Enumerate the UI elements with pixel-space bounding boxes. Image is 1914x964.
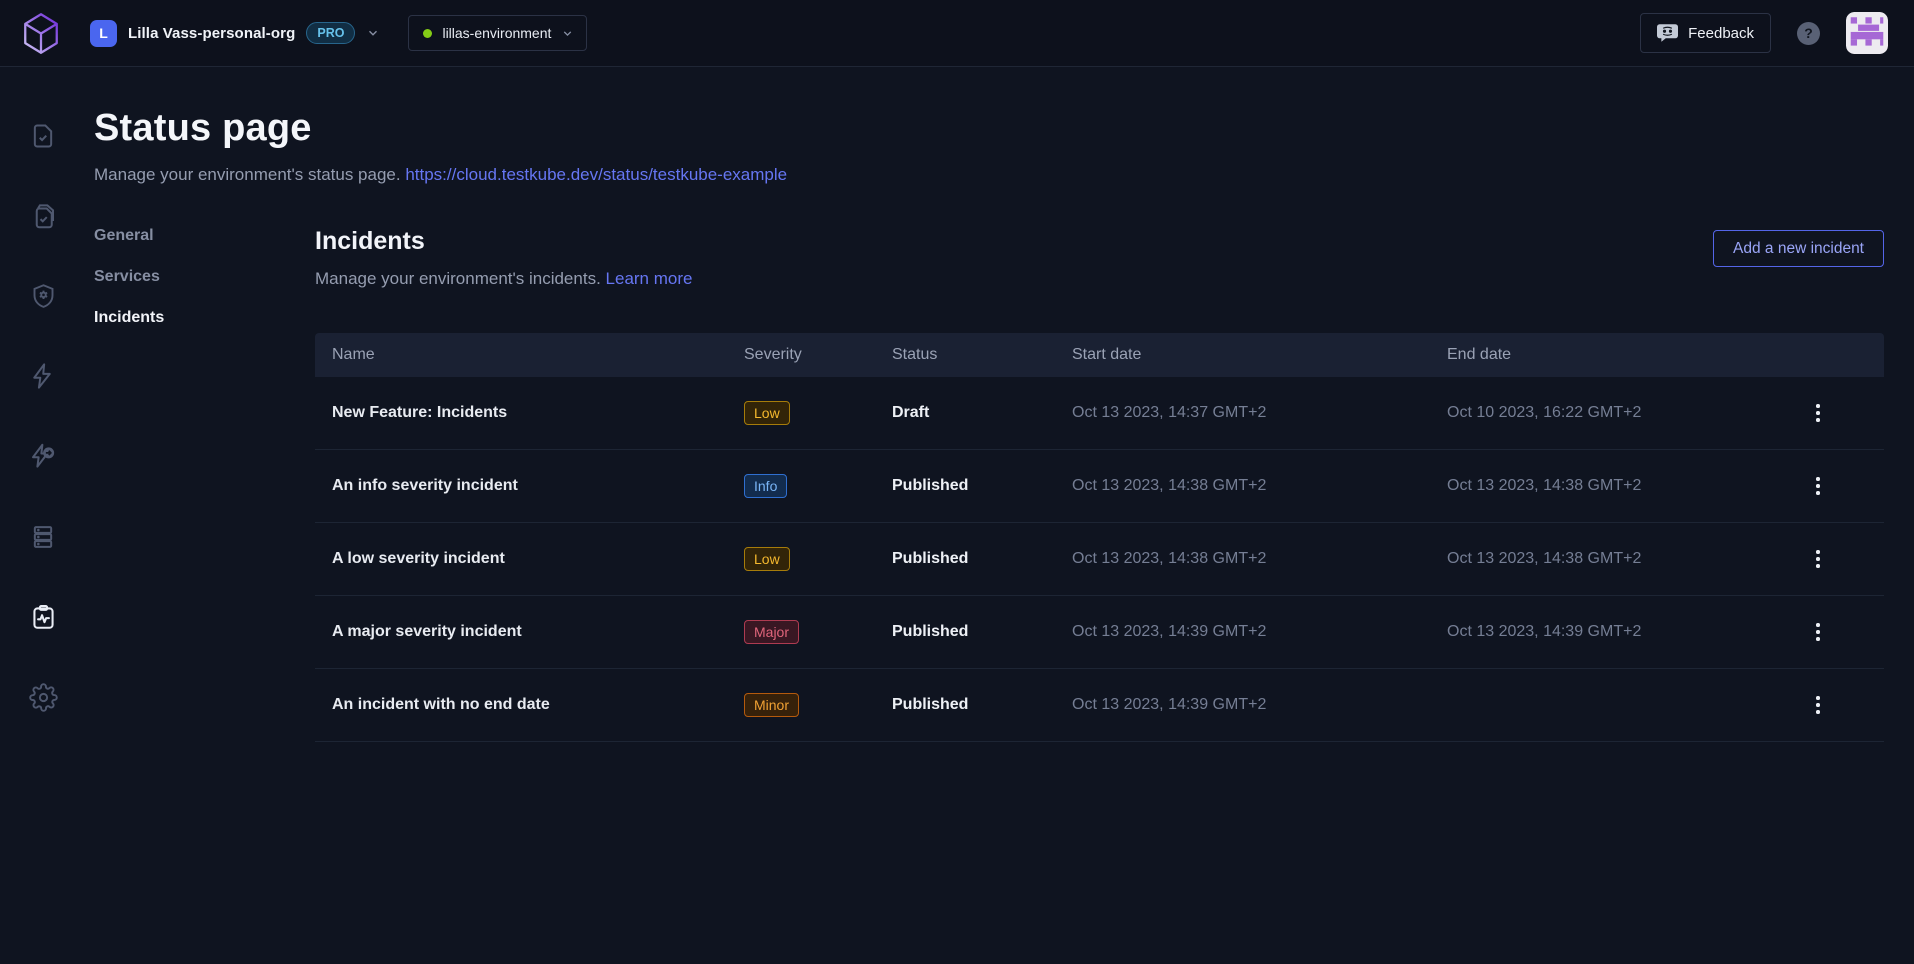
column-header-name: Name	[315, 346, 727, 364]
column-header-severity: Severity	[727, 346, 875, 364]
incident-start-date: Oct 13 2023, 14:38 GMT+2	[1055, 550, 1430, 568]
incident-start-date: Oct 13 2023, 14:38 GMT+2	[1055, 477, 1430, 495]
status-page-subnav: General Services Incidents	[94, 227, 315, 742]
add-incident-button[interactable]: Add a new incident	[1713, 230, 1884, 267]
incident-start-date: Oct 13 2023, 14:39 GMT+2	[1055, 696, 1430, 714]
status-page-icon[interactable]	[26, 600, 60, 634]
file-check-icon[interactable]	[26, 119, 60, 153]
incident-name: A low severity incident	[315, 550, 727, 568]
incident-name: An info severity incident	[315, 477, 727, 495]
subnav-item-incidents[interactable]: Incidents	[94, 309, 315, 327]
incident-status: Draft	[875, 404, 1055, 422]
severity-badge: Low	[744, 401, 790, 425]
server-stack-icon[interactable]	[26, 520, 60, 554]
severity-badge: Major	[744, 620, 799, 644]
lightning-arrow-icon[interactable]	[26, 439, 60, 473]
org-name: Lilla Vass-personal-org	[128, 25, 295, 42]
row-actions-kebab-icon[interactable]	[1803, 615, 1833, 649]
chevron-down-icon	[561, 27, 574, 40]
table-row: An info severity incident Info Published…	[315, 450, 1884, 523]
sidebar	[0, 68, 86, 964]
incident-name: An incident with no end date	[315, 696, 727, 714]
page-title: Status page	[94, 107, 1884, 150]
page-subtitle-text: Manage your environment's status page.	[94, 165, 401, 184]
incidents-description-text: Manage your environment's incidents.	[315, 269, 601, 288]
incidents-table: Name Severity Status Start date End date…	[315, 333, 1884, 742]
incident-end-date: Oct 10 2023, 16:22 GMT+2	[1430, 404, 1752, 422]
org-avatar: L	[90, 20, 117, 47]
feedback-button[interactable]: Feedback	[1640, 13, 1771, 53]
incidents-heading: Incidents	[315, 227, 692, 256]
app-root: L Lilla Vass-personal-org PRO lillas-env…	[0, 0, 1914, 964]
incident-status: Published	[875, 696, 1055, 714]
column-header-end-date: End date	[1430, 346, 1752, 364]
page-subtitle: Manage your environment's status page. h…	[94, 165, 1884, 185]
lightning-icon[interactable]	[26, 359, 60, 393]
discord-icon	[1657, 24, 1678, 42]
subnav-item-general[interactable]: General	[94, 227, 315, 245]
row-actions-kebab-icon[interactable]	[1803, 396, 1833, 430]
column-header-status: Status	[875, 346, 1055, 364]
incident-name: New Feature: Incidents	[315, 404, 727, 422]
severity-badge: Info	[744, 474, 787, 498]
incident-start-date: Oct 13 2023, 14:39 GMT+2	[1055, 623, 1430, 641]
files-check-icon[interactable]	[26, 199, 60, 233]
table-row: New Feature: Incidents Low Draft Oct 13 …	[315, 377, 1884, 450]
topbar: L Lilla Vass-personal-org PRO lillas-env…	[0, 0, 1914, 67]
user-avatar[interactable]	[1846, 12, 1888, 54]
main-content: Status page Manage your environment's st…	[86, 67, 1914, 964]
status-page-url-link[interactable]: https://cloud.testkube.dev/status/testku…	[405, 165, 787, 184]
environment-select[interactable]: lillas-environment	[408, 15, 587, 51]
row-actions-kebab-icon[interactable]	[1803, 469, 1833, 503]
incident-status: Published	[875, 623, 1055, 641]
testkube-logo-icon[interactable]	[20, 10, 62, 57]
subnav-item-services[interactable]: Services	[94, 268, 315, 286]
incident-status: Published	[875, 550, 1055, 568]
incident-end-date: Oct 13 2023, 14:39 GMT+2	[1430, 623, 1752, 641]
environment-status-dot-icon	[423, 29, 432, 38]
feedback-label: Feedback	[1688, 25, 1754, 42]
incident-start-date: Oct 13 2023, 14:37 GMT+2	[1055, 404, 1430, 422]
incident-end-date: Oct 13 2023, 14:38 GMT+2	[1430, 550, 1752, 568]
column-header-start-date: Start date	[1055, 346, 1430, 364]
incident-end-date: Oct 13 2023, 14:38 GMT+2	[1430, 477, 1752, 495]
table-header: Name Severity Status Start date End date	[315, 333, 1884, 377]
table-row: A major severity incident Major Publishe…	[315, 596, 1884, 669]
org-switcher[interactable]: L Lilla Vass-personal-org PRO	[90, 20, 380, 47]
severity-badge: Low	[744, 547, 790, 571]
row-actions-kebab-icon[interactable]	[1803, 542, 1833, 576]
incidents-section: Incidents Manage your environment's inci…	[315, 227, 1884, 742]
gear-icon[interactable]	[26, 680, 60, 714]
shield-gear-icon[interactable]	[26, 279, 60, 313]
table-row: An incident with no end date Minor Publi…	[315, 669, 1884, 742]
learn-more-link[interactable]: Learn more	[606, 269, 693, 288]
table-row: A low severity incident Low Published Oc…	[315, 523, 1884, 596]
severity-badge: Minor	[744, 693, 799, 717]
incidents-description: Manage your environment's incidents. Lea…	[315, 269, 692, 289]
incident-name: A major severity incident	[315, 623, 727, 641]
help-icon[interactable]: ?	[1797, 22, 1820, 45]
incident-status: Published	[875, 477, 1055, 495]
chevron-down-icon	[366, 26, 380, 40]
plan-badge: PRO	[306, 22, 355, 44]
row-actions-kebab-icon[interactable]	[1803, 688, 1833, 722]
environment-name: lillas-environment	[442, 25, 551, 41]
